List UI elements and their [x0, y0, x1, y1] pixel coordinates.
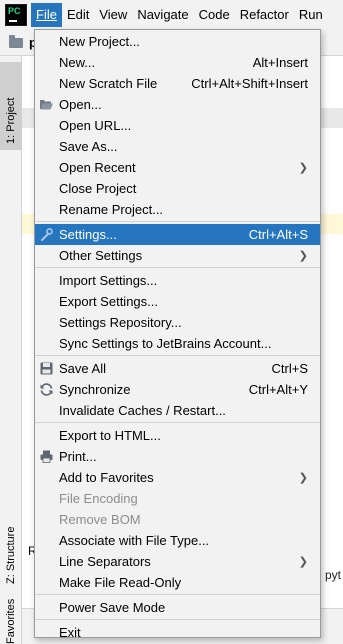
menu-run[interactable]: Run	[294, 3, 328, 27]
menu-separator	[35, 594, 320, 595]
main-menubar: PC File Edit View Navigate Code Refactor…	[0, 0, 343, 30]
menu-separator	[35, 355, 320, 356]
menu-edit[interactable]: Edit	[62, 3, 94, 27]
submenu-arrow-icon: ❯	[298, 250, 308, 262]
menu-separator	[35, 267, 320, 268]
menu-item-import-settings[interactable]: Import Settings...	[35, 270, 320, 291]
shortcut-synchronize: Ctrl+Alt+Y	[248, 382, 308, 397]
menu-item-save-as[interactable]: Save As...	[35, 136, 320, 157]
menu-file[interactable]: File	[31, 3, 62, 27]
menu-item-rename-project[interactable]: Rename Project...	[35, 199, 320, 220]
menu-item-export-settings[interactable]: Export Settings...	[35, 291, 320, 312]
wrench-icon	[41, 228, 53, 241]
menu-item-open-recent[interactable]: Open Recent ❯	[35, 157, 320, 178]
menu-view[interactable]: View	[94, 3, 132, 27]
file-menu-dropdown: New Project... New... Alt+Insert New Scr…	[34, 29, 321, 640]
shortcut-new: Alt+Insert	[252, 55, 308, 70]
favorites-tool-tab[interactable]: Favorites	[0, 590, 22, 644]
submenu-arrow-icon: ❯	[298, 556, 308, 568]
project-tool-tab[interactable]: 1: Project	[0, 62, 22, 150]
menu-item-remove-bom: Remove BOM	[59, 512, 141, 527]
submenu-arrow-icon: ❯	[298, 472, 308, 484]
menu-separator	[35, 221, 320, 222]
folder-icon	[9, 34, 23, 48]
pane-text-fragment: pyt	[324, 568, 341, 582]
menu-item-new[interactable]: New... Alt+Insert	[35, 52, 320, 73]
menu-item-file-encoding: File Encoding	[59, 491, 138, 506]
menu-navigate[interactable]: Navigate	[132, 3, 193, 27]
menu-item-new-project[interactable]: New Project...	[35, 31, 320, 52]
menu-item-other-settings[interactable]: Other Settings ❯	[35, 245, 320, 266]
shortcut-new-scratch: Ctrl+Alt+Shift+Insert	[191, 76, 308, 91]
structure-tool-tab[interactable]: Z: Structure	[0, 496, 22, 588]
menu-item-sync-settings[interactable]: Sync Settings to JetBrains Account...	[35, 333, 320, 354]
menu-item-make-read-only[interactable]: Make File Read-Only	[35, 572, 320, 593]
menu-item-close-project[interactable]: Close Project	[35, 178, 320, 199]
menu-refactor[interactable]: Refactor	[235, 3, 294, 27]
menu-item-associate-file-type[interactable]: Associate with File Type...	[35, 530, 320, 551]
menu-separator	[35, 619, 320, 620]
menu-code[interactable]: Code	[194, 3, 235, 27]
folder-open-icon	[40, 100, 53, 110]
menu-item-print[interactable]: Print...	[35, 446, 320, 467]
menu-item-open-url[interactable]: Open URL...	[35, 115, 320, 136]
menu-item-power-save-mode[interactable]: Power Save Mode	[35, 597, 320, 618]
menu-item-export-to-html[interactable]: Export to HTML...	[35, 425, 320, 446]
menu-item-new-scratch-file[interactable]: New Scratch File Ctrl+Alt+Shift+Insert	[35, 73, 320, 94]
submenu-arrow-icon: ❯	[298, 162, 308, 174]
menu-item-exit[interactable]: Exit	[35, 622, 320, 643]
printer-icon	[40, 450, 53, 463]
save-all-icon	[40, 362, 53, 375]
menu-item-save-all[interactable]: Save All Ctrl+S	[35, 358, 320, 379]
shortcut-save-all: Ctrl+S	[271, 361, 308, 376]
menu-item-settings-repository[interactable]: Settings Repository...	[35, 312, 320, 333]
menu-separator	[35, 422, 320, 423]
shortcut-settings: Ctrl+Alt+S	[248, 227, 308, 242]
menu-item-line-separators[interactable]: Line Separators ❯	[35, 551, 320, 572]
menu-item-open[interactable]: Open...	[35, 94, 320, 115]
left-tool-strip: 1: Project Z: Structure Favorites	[0, 56, 22, 644]
menu-item-add-to-favorites[interactable]: Add to Favorites ❯	[35, 467, 320, 488]
menu-item-settings[interactable]: Settings... Ctrl+Alt+S	[35, 224, 320, 245]
pycharm-logo-icon: PC	[5, 4, 27, 26]
menu-item-synchronize[interactable]: Synchronize Ctrl+Alt+Y	[35, 379, 320, 400]
menu-item-invalidate-caches[interactable]: Invalidate Caches / Restart...	[35, 400, 320, 421]
synchronize-icon	[40, 383, 53, 396]
